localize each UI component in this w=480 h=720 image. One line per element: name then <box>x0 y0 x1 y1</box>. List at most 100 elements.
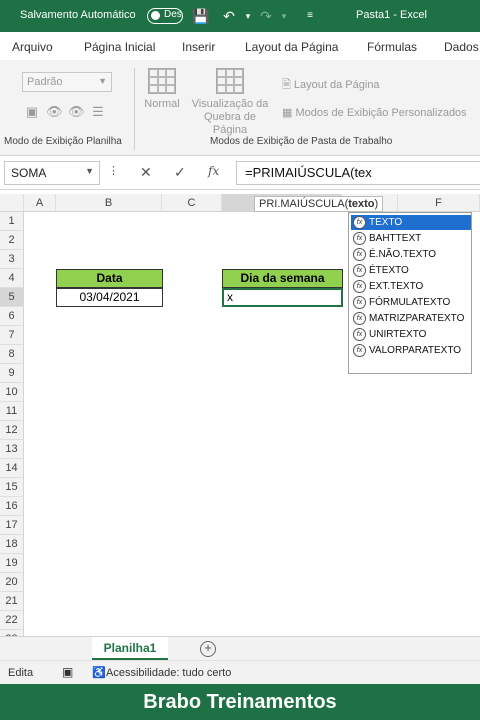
macro-record-icon[interactable]: ▣ <box>62 665 73 679</box>
row-header[interactable]: 11 <box>0 402 24 421</box>
row-header[interactable]: 15 <box>0 478 24 497</box>
normal-view-button[interactable]: Normal <box>140 68 184 111</box>
options-icon[interactable]: ☰ <box>90 104 106 120</box>
name-box[interactable]: SOMA ▼ <box>4 161 100 185</box>
function-tooltip[interactable]: PRI.MAIÚSCULA(texto) <box>254 196 384 212</box>
new-view-icon[interactable]: 👁 <box>68 104 85 120</box>
group-divider <box>134 68 135 150</box>
document-title: Pasta1 - Excel <box>356 9 427 21</box>
formula-input[interactable]: =PRIMAIÚSCULA(tex <box>236 161 480 185</box>
normal-view-label: Normal <box>144 98 180 110</box>
row-header[interactable]: 3 <box>0 250 24 269</box>
autosave-label: Salvamento Automático <box>20 9 136 21</box>
redo-dropdown-icon[interactable]: ▾ <box>274 6 294 26</box>
cell-b4[interactable]: Data <box>56 269 163 288</box>
row-header[interactable]: 1 <box>0 212 24 231</box>
function-icon: fx <box>353 344 366 357</box>
tab-layout-pagina[interactable]: Layout da Página <box>245 40 338 54</box>
drag-handle-icon[interactable]: ⋮ <box>108 164 119 177</box>
title-bar: Salvamento Automático Des 💾 ↶ ▾ ↷ ▾ ≡ Pa… <box>0 0 480 32</box>
sheet-tab-bar: Planilha1 + <box>0 636 480 661</box>
select-all-corner[interactable] <box>0 194 24 212</box>
redo-icon[interactable]: ↷ <box>256 6 276 26</box>
col-header-a[interactable]: A <box>24 194 56 212</box>
save-icon[interactable]: 💾 <box>191 6 211 26</box>
autocomplete-item[interactable]: fx TEXTO <box>351 215 471 230</box>
undo-dropdown-icon[interactable]: ▾ <box>238 6 258 26</box>
row-header[interactable]: 18 <box>0 535 24 554</box>
function-icon: fx <box>353 296 366 309</box>
autocomplete-item[interactable]: fx FÓRMULATEXTO <box>351 295 471 310</box>
row-header[interactable]: 22 <box>0 611 24 630</box>
tooltip-func: PRI.MAIÚSCULA( <box>259 198 349 210</box>
col-header-f[interactable]: F <box>398 194 480 212</box>
row-header[interactable]: 19 <box>0 554 24 573</box>
formula-bar: SOMA ▼ ⋮ ✕ ✓ fx =PRIMAIÚSCULA(tex <box>0 156 480 190</box>
autocomplete-item[interactable]: fx ÉTEXTO <box>351 263 471 278</box>
custom-views-label: Modos de Exibição Personalizados <box>295 107 467 119</box>
row-header[interactable]: 21 <box>0 592 24 611</box>
custom-views-button[interactable]: ▦ Modos de Exibição Personalizados <box>282 106 467 119</box>
autocomplete-item[interactable]: fx EXT.TEXTO <box>351 279 471 294</box>
tab-pagina-inicial[interactable]: Página Inicial <box>84 40 155 54</box>
row-header[interactable]: 6 <box>0 307 24 326</box>
tooltip-arg: texto <box>348 198 375 210</box>
tooltip-close: ) <box>374 198 379 210</box>
customize-toolbar-icon[interactable]: ≡ <box>300 6 320 26</box>
add-sheet-icon[interactable]: + <box>200 641 216 657</box>
row-header[interactable]: 17 <box>0 516 24 535</box>
row-header[interactable]: 10 <box>0 383 24 402</box>
insert-function-icon[interactable]: fx <box>208 164 219 178</box>
enter-icon[interactable]: ✓ <box>174 164 186 181</box>
row-header[interactable]: 8 <box>0 345 24 364</box>
autocomplete-item[interactable]: fx BAHTTEXT <box>351 231 471 246</box>
row-header[interactable]: 14 <box>0 459 24 478</box>
page-break-icon <box>216 68 244 94</box>
autocomplete-item[interactable]: fx UNIRTEXTO <box>351 327 471 342</box>
autocomplete-list: fx TEXTO fx BAHTTEXT fx É.NÃO.TEXTO fx ÉTEXT… <box>348 212 472 374</box>
custom-views-icon: ▦ <box>282 107 293 119</box>
row-header[interactable]: 9 <box>0 364 24 383</box>
sheet-view-combo[interactable]: Padrão ▼ <box>22 72 112 92</box>
cancel-icon[interactable]: ✕ <box>140 164 152 181</box>
exit-view-icon[interactable]: 👁 <box>46 104 63 120</box>
autosave-state: Des <box>164 9 182 20</box>
row-header[interactable]: 12 <box>0 421 24 440</box>
row-header[interactable]: 20 <box>0 573 24 592</box>
autocomplete-item[interactable]: fx MATRIZPARATEXTO <box>351 311 471 326</box>
tab-inserir[interactable]: Inserir <box>182 40 215 54</box>
row-header[interactable]: 7 <box>0 326 24 345</box>
brand-banner: Brabo Treinamentos <box>0 684 480 720</box>
tab-dados[interactable]: Dados <box>444 40 479 54</box>
autocomplete-item[interactable]: fx VALORPARATEXTO <box>351 343 471 358</box>
autocomplete-item[interactable]: fx É.NÃO.TEXTO <box>351 247 471 262</box>
autosave-toggle[interactable]: Des <box>147 8 183 24</box>
tab-arquivo[interactable]: Arquivo <box>12 40 53 54</box>
row-header[interactable]: 13 <box>0 440 24 459</box>
page-layout-label: Layout da Página <box>293 79 380 91</box>
function-icon: fx <box>353 264 366 277</box>
page-break-view-button[interactable]: Visualização da Quebra de Página <box>186 68 274 137</box>
active-cell-d5[interactable]: x <box>222 288 343 307</box>
row-header[interactable]: 16 <box>0 497 24 516</box>
col-header-b[interactable]: B <box>56 194 162 212</box>
ribbon-tabs: Arquivo Página Inicial Inserir Layout da… <box>0 32 480 60</box>
cell-d4[interactable]: Dia da semana <box>222 269 343 288</box>
undo-icon[interactable]: ↶ <box>219 6 239 26</box>
page-layout-button[interactable]: 🗎 Layout da Página <box>282 76 380 95</box>
row-header[interactable]: 2 <box>0 231 24 250</box>
function-icon: fx <box>353 280 366 293</box>
chevron-down-icon: ▼ <box>85 166 94 176</box>
accessibility-icon[interactable]: ♿ <box>92 666 106 679</box>
accessibility-status[interactable]: Acessibilidade: tudo certo <box>106 667 231 679</box>
row-header[interactable]: 4 <box>0 269 24 288</box>
page-break-label-1: Visualização da <box>191 98 269 110</box>
row-header[interactable]: 5 <box>0 288 24 307</box>
group-label-workbook-views: Modos de Exibição de Pasta de Trabalho <box>210 136 393 147</box>
tab-formulas[interactable]: Fórmulas <box>367 40 417 54</box>
cell-b5[interactable]: 03/04/2021 <box>56 288 163 307</box>
keep-icon[interactable]: ▣ <box>24 104 40 120</box>
formula-text: =PRIMAIÚSCULA(tex <box>245 165 372 180</box>
col-header-c[interactable]: C <box>162 194 222 212</box>
sheet-tab-planilha1[interactable]: Planilha1 <box>92 637 168 661</box>
